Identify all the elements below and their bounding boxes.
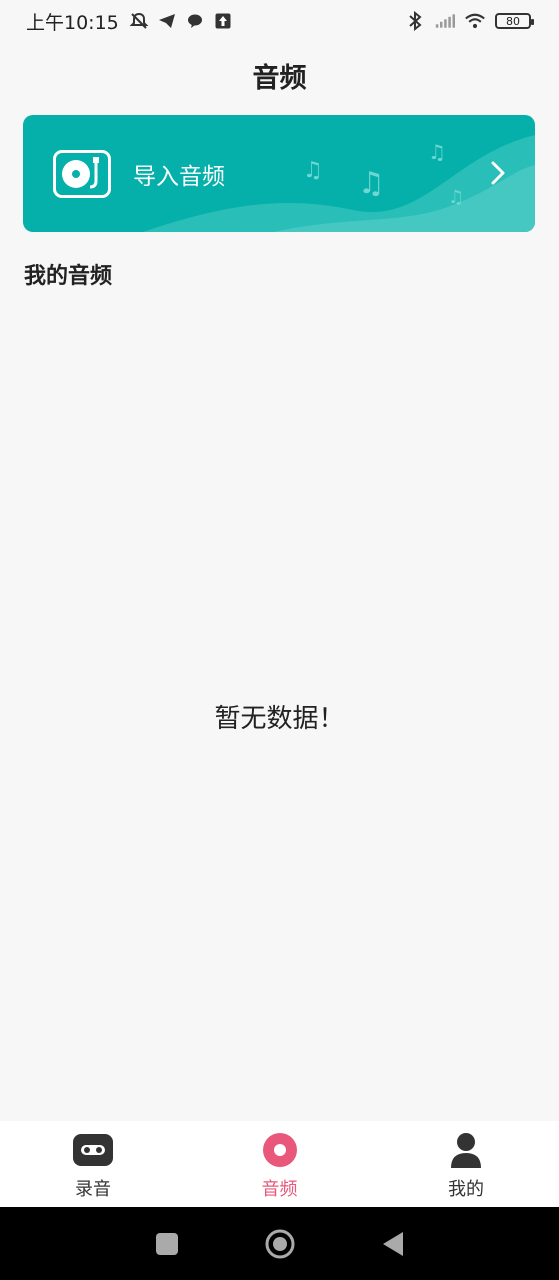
nav-label-mine: 我的: [448, 1179, 484, 1200]
svg-text:♫: ♫: [448, 187, 464, 208]
status-time: 上午10:15: [26, 11, 119, 34]
signal-icon: [435, 11, 455, 31]
chevron-right-icon: [491, 161, 505, 185]
nav-label-audio: 音频: [261, 1179, 298, 1200]
svg-text:♫: ♫: [303, 158, 323, 183]
svg-text:♫: ♫: [358, 166, 385, 201]
record-dot-icon: [259, 1131, 301, 1169]
turntable-icon: [53, 149, 111, 198]
system-nav-bar: [0, 1207, 559, 1280]
bluetooth-icon: [405, 11, 425, 31]
upload-icon: [213, 11, 233, 31]
person-icon: [445, 1131, 487, 1169]
bottom-nav: 录音 音频 我的: [0, 1121, 559, 1207]
wifi-icon: [465, 11, 485, 31]
chat-bubble-icon: [185, 11, 205, 31]
import-audio-label: 导入音频: [133, 163, 225, 190]
back-button[interactable]: [373, 1224, 413, 1264]
nav-label-record: 录音: [75, 1179, 111, 1200]
recents-button[interactable]: [147, 1224, 187, 1264]
cassette-icon: [72, 1131, 114, 1169]
status-bar: 上午10:15 80: [0, 0, 559, 42]
import-audio-card[interactable]: ♫ ♫ ♫ ♫ 导入音频: [23, 115, 535, 232]
status-right: 80: [405, 11, 534, 31]
mute-bell-icon: [129, 11, 149, 31]
empty-state-text: 暂无数据！: [214, 704, 345, 734]
nav-item-mine[interactable]: 我的: [373, 1121, 559, 1207]
battery-icon: 80: [495, 13, 534, 29]
svg-text:♫: ♫: [428, 140, 446, 164]
my-audio-section-title: 我的音频: [24, 264, 113, 289]
status-left: 上午10:15: [26, 8, 233, 35]
telegram-icon: [157, 11, 177, 31]
notification-icons: [129, 11, 233, 31]
nav-item-audio[interactable]: 音频: [187, 1121, 373, 1207]
home-button[interactable]: [260, 1224, 300, 1264]
nav-item-record[interactable]: 录音: [0, 1121, 186, 1207]
page-title: 音频: [252, 63, 307, 94]
